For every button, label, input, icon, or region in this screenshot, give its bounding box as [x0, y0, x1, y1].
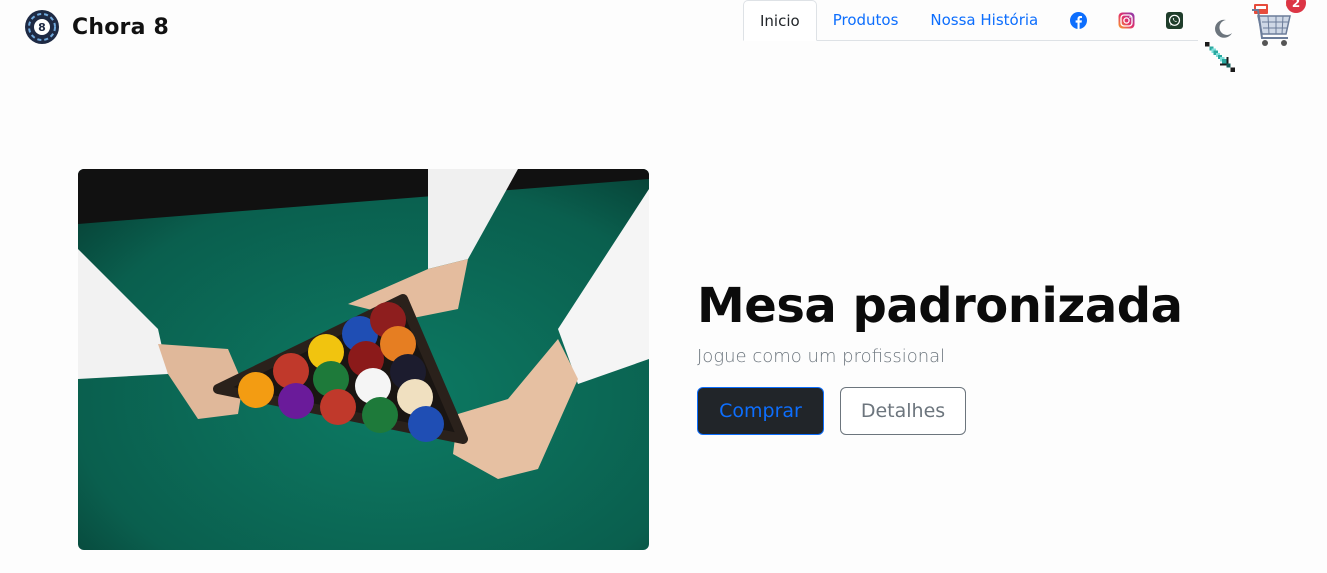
instagram-link[interactable]	[1102, 0, 1150, 40]
svg-text:8: 8	[38, 21, 46, 34]
instagram-icon	[1118, 12, 1135, 28]
facebook-icon	[1069, 11, 1087, 29]
hero-actions: Comprar Detalhes	[697, 386, 1182, 435]
pixel-sword-icon	[1205, 42, 1235, 72]
tab-nossa-historia[interactable]: Nossa História	[914, 0, 1054, 40]
hero-title: Mesa padronizada	[697, 278, 1183, 334]
tab-inicio[interactable]: Inicio	[743, 0, 817, 41]
hero-content: Mesa padronizada Jogue como um profissio…	[697, 278, 1183, 435]
brand[interactable]: 8 Chora 8	[24, 9, 169, 45]
facebook-link[interactable]	[1054, 0, 1102, 40]
tab-produtos[interactable]: Produtos	[817, 0, 915, 40]
moon-icon[interactable]	[1212, 18, 1234, 40]
details-button[interactable]: Detalhes	[840, 386, 966, 435]
buy-button[interactable]: Comprar	[697, 386, 824, 435]
whatsapp-link[interactable]	[1150, 0, 1198, 40]
whatsapp-icon	[1165, 11, 1183, 29]
hero-subtitle: Jogue como um profissional	[697, 345, 946, 367]
brand-name: Chora 8	[72, 14, 169, 40]
eight-ball-logo-icon: 8	[25, 10, 59, 44]
main-nav: Inicio Produtos Nossa História	[743, 0, 1198, 41]
hero-image	[78, 169, 649, 550]
